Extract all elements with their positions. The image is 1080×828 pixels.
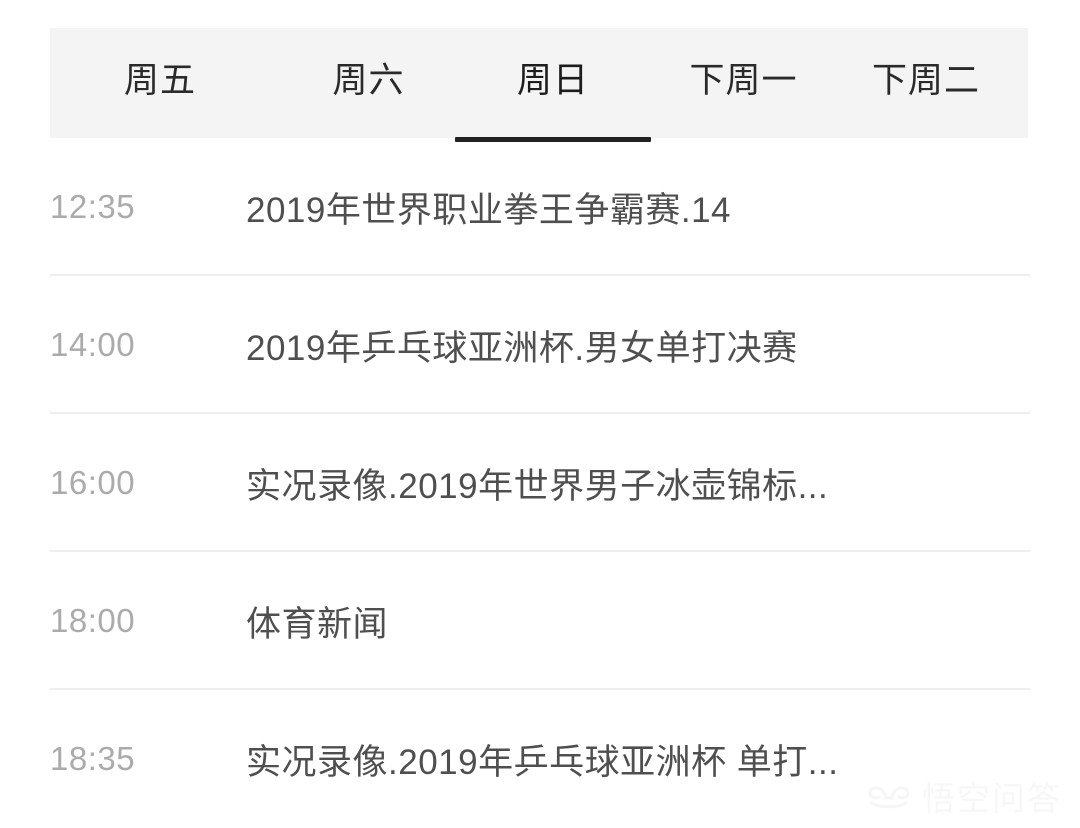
table-row[interactable]: 18:00 体育新闻 <box>0 552 1080 690</box>
program-time: 12:35 <box>50 188 136 225</box>
program-time: 14:00 <box>50 326 136 363</box>
tab-day-5[interactable]: 下周二 <box>868 28 984 138</box>
program-title: 实况录像.2019年乒乓球亚洲杯 单打... <box>246 742 839 782</box>
tab-day-4-label: 下周一 <box>689 60 798 100</box>
program-title: 2019年世界职业拳王争霸赛.14 <box>246 190 732 230</box>
day-tab-bar: 周五 周六 周日 下周一 下周二 <box>50 28 1028 142</box>
tab-day-5-label: 下周二 <box>871 60 980 100</box>
table-row[interactable]: 14:00 2019年乒乓球亚洲杯.男女单打决赛 <box>0 276 1080 414</box>
program-time: 16:00 <box>50 464 136 501</box>
program-schedule-list: 12:35 2019年世界职业拳王争霸赛.14 14:00 2019年乒乓球亚洲… <box>0 138 1080 828</box>
table-row[interactable]: 18:35 实况录像.2019年乒乓球亚洲杯 单打... <box>0 690 1080 828</box>
tab-day-2-label: 周六 <box>332 60 405 100</box>
tab-day-4[interactable]: 下周一 <box>685 28 801 138</box>
table-row[interactable]: 12:35 2019年世界职业拳王争霸赛.14 <box>0 138 1080 276</box>
tab-day-1[interactable]: 周五 <box>120 28 200 138</box>
program-title: 体育新闻 <box>246 604 389 644</box>
tv-schedule-screen: 周五 周六 周日 下周一 下周二 12:35 2019年世界职业拳王争霸赛.14… <box>0 0 1080 823</box>
program-time: 18:00 <box>50 602 136 639</box>
program-time: 18:35 <box>50 740 136 777</box>
tab-day-3-label: 周日 <box>516 60 589 100</box>
tab-day-1-label: 周五 <box>124 60 197 100</box>
program-title: 实况录像.2019年世界男子冰壶锦标... <box>246 466 829 506</box>
tab-day-2[interactable]: 周六 <box>328 28 408 138</box>
tab-day-3[interactable]: 周日 <box>454 28 651 142</box>
program-title: 2019年乒乓球亚洲杯.男女单打决赛 <box>246 328 798 368</box>
table-row[interactable]: 16:00 实况录像.2019年世界男子冰壶锦标... <box>0 414 1080 552</box>
